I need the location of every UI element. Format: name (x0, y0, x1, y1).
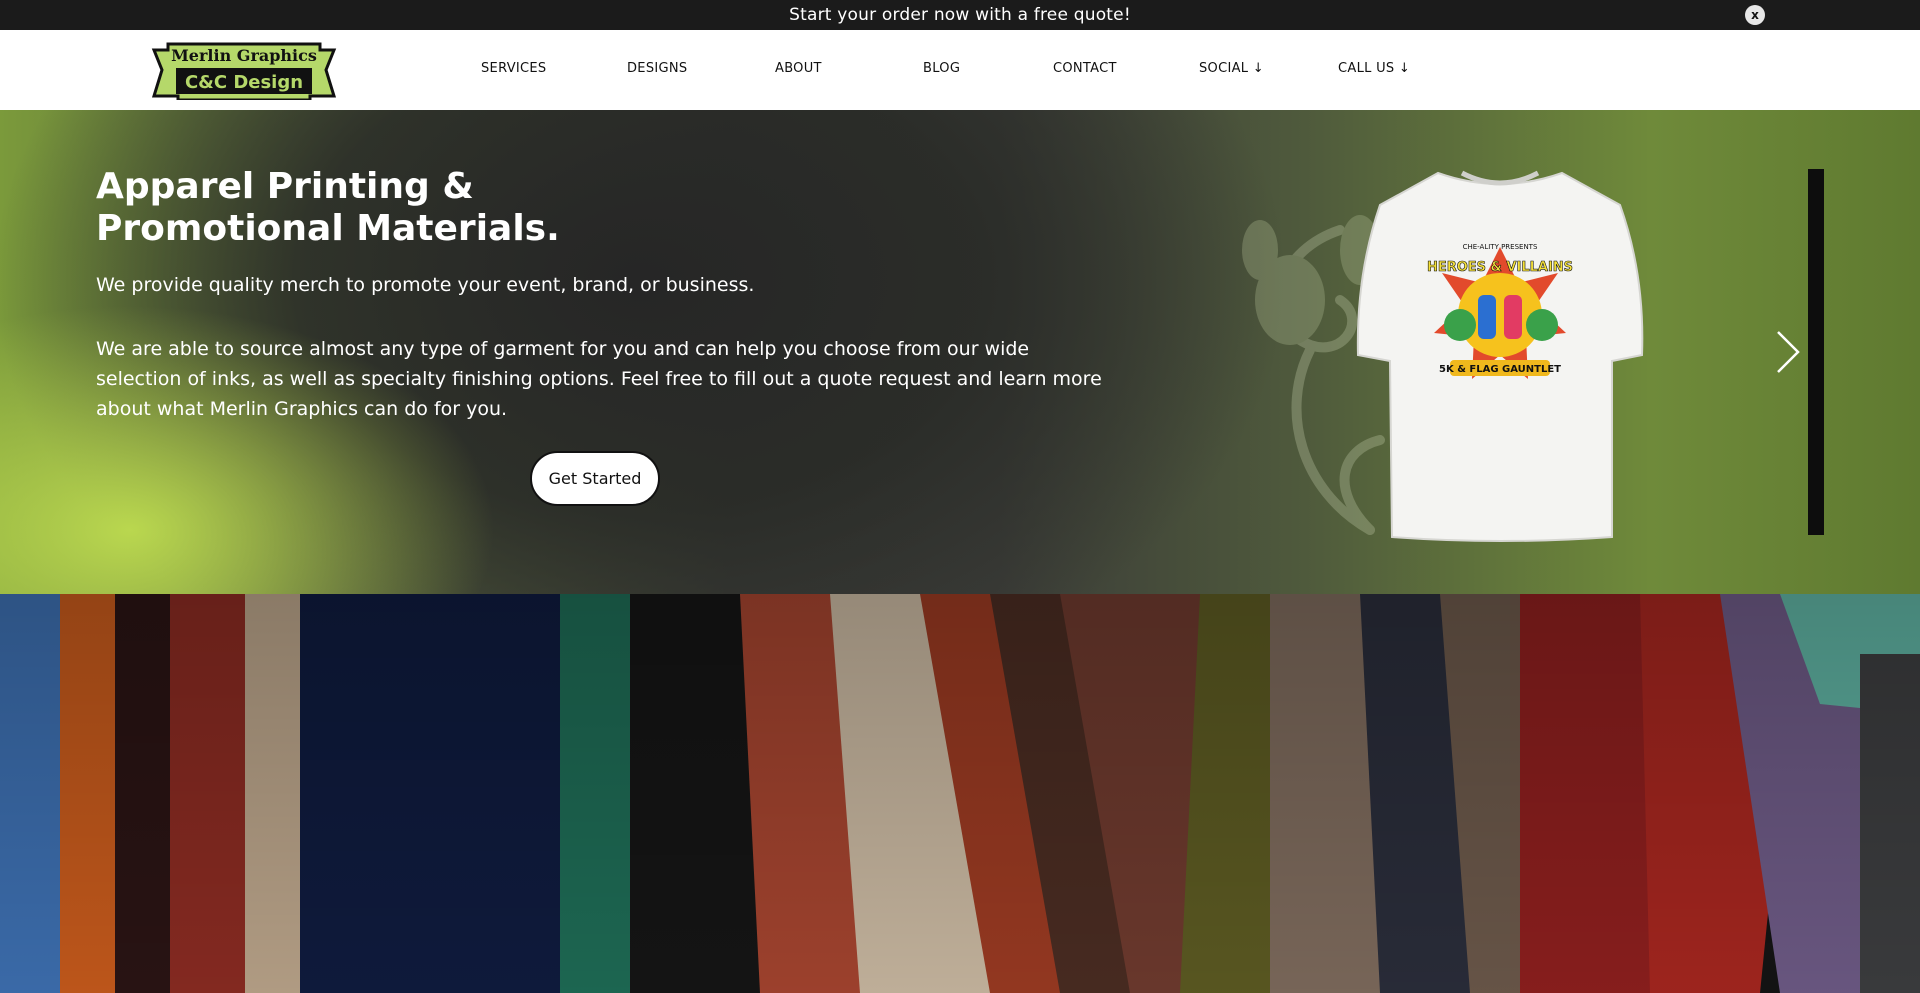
hero-subtitle: We provide quality merch to promote your… (96, 274, 755, 296)
nav-services[interactable]: SERVICES (481, 61, 546, 76)
next-slide-preview[interactable] (1808, 169, 1824, 535)
shirt-graphic-main-text: HEROES & VILLAINS (1427, 260, 1573, 275)
nav-blog[interactable]: BLOG (923, 61, 960, 76)
hero-title: Apparel Printing & Promotional Materials… (96, 166, 696, 250)
close-icon: x (1751, 8, 1759, 22)
chevron-right-icon[interactable] (1774, 330, 1802, 374)
hero-banner: Apparel Printing & Promotional Materials… (0, 110, 1920, 594)
tshirt-slide-image: CHE-ALITY PRESENTS HEROES & VILLAINS 5K … (1356, 170, 1644, 542)
get-started-button[interactable]: Get Started (530, 451, 660, 506)
hero-description: We are able to source almost any type of… (96, 338, 1102, 420)
hanging-shirts-image (0, 594, 1920, 993)
shirt-graphic-bottom-text: 5K & FLAG GAUNTLET (1439, 364, 1561, 375)
hero-title-line1: Apparel Printing & (96, 166, 474, 207)
site-logo[interactable]: Merlin Graphics C&C Design (150, 40, 338, 102)
nav-designs[interactable]: DESIGNS (627, 61, 687, 76)
shirt-graphic-top-text: CHE-ALITY PRESENTS (1463, 243, 1538, 251)
logo-line2: C&C Design (185, 72, 303, 93)
logo-line1: Merlin Graphics (171, 46, 317, 65)
hanging-shirts-photo (0, 594, 1920, 993)
nav-social-dropdown[interactable]: SOCIAL ↓ (1199, 61, 1264, 76)
nav-contact[interactable]: CONTACT (1053, 61, 1117, 76)
nav-call-us-dropdown[interactable]: CALL US ↓ (1338, 61, 1410, 76)
announcement-text[interactable]: Start your order now with a free quote! (789, 5, 1131, 25)
hero-title-line2: Promotional Materials. (96, 208, 560, 249)
announcement-close-button[interactable]: x (1745, 5, 1765, 25)
logo-badge: Merlin Graphics C&C Design (151, 42, 337, 102)
site-header: Merlin Graphics C&C Design SERVICES DESI… (0, 30, 1920, 110)
nav-about[interactable]: ABOUT (775, 61, 822, 76)
announcement-bar: Start your order now with a free quote! … (0, 0, 1920, 30)
